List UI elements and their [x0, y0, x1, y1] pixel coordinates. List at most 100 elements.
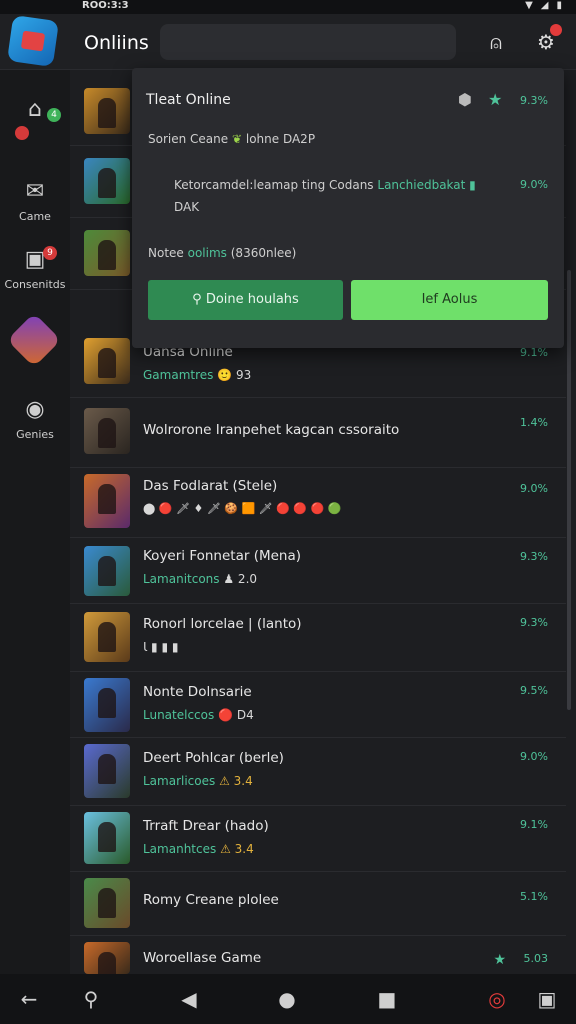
game-thumbnail	[84, 408, 130, 454]
popup-line-2-tag: DAK	[174, 200, 200, 214]
game-subtitle: Lunatelccos 🔴 D4	[143, 708, 254, 722]
wifi-icon: ▼	[525, 0, 533, 11]
game-title: Das Fodlarat (Stele)	[143, 478, 278, 494]
game-thumbnail	[84, 158, 130, 204]
game-thumbnail	[84, 88, 130, 134]
game-thumbnail	[84, 744, 130, 798]
game-thumbnail	[84, 612, 130, 662]
search-icon[interactable]: ⚲	[78, 986, 104, 1012]
status-time: ROO:3:3	[82, 0, 129, 11]
popup-notes: Notee oolims (8360nlee)	[148, 246, 297, 260]
top-bar: Onliins ⍝ ⚙	[0, 14, 576, 70]
game-title: Deert Pohlcar (berle)	[143, 750, 284, 766]
game-subtitle: Lamarlicoes ⚠ 3.4	[143, 774, 253, 788]
scrollbar[interactable]	[567, 270, 571, 710]
game-percent: 9.3%	[520, 550, 548, 563]
list-item[interactable]: Nonte Dolnsarie Lunatelccos 🔴 D4 9.5%	[70, 672, 566, 738]
game-percent: 9.0%	[520, 750, 548, 763]
list-item[interactable]: Das Fodlarat (Stele) ⬤ 🔴 🗡 ♦ 🗡 🍪 🟧 🗡 🔴 🔴…	[70, 468, 566, 538]
star-icon[interactable]: ★	[488, 90, 502, 109]
app-title: Onliins	[84, 32, 149, 54]
game-title: Woroellase Game	[143, 950, 262, 966]
search-input[interactable]	[160, 24, 456, 60]
settings-icon[interactable]: ⚙	[532, 24, 562, 56]
sidebar-item-came[interactable]: ✉ Came	[0, 178, 70, 223]
avatar[interactable]	[6, 312, 62, 368]
game-detail-popup: Tleat Online ⬢ ★ 9.3% Sorien Ceane ❦ loh…	[132, 68, 564, 348]
gamepad-badge: 9	[43, 246, 57, 260]
record-icon[interactable]: ◎	[484, 986, 510, 1012]
sidebar: ⌂ 4 ✉ Came ▣ 9 Consenitds ◉ Genies	[0, 70, 70, 974]
home-icon: ⌂ 4	[15, 96, 61, 140]
game-percent: 1.4%	[520, 416, 548, 429]
game-title: Nonte Dolnsarie	[143, 684, 252, 700]
home-badge: 4	[47, 108, 61, 122]
game-percent: 5.1%	[520, 890, 548, 903]
game-thumbnail	[84, 942, 130, 974]
profile-icon[interactable]: ▣	[534, 986, 560, 1012]
list-item[interactable]: Wolrorone Iranpehet kagcan cssoraito 1.4…	[70, 398, 566, 468]
mail-icon: ✉	[25, 179, 45, 204]
sidebar-item-label: Genies	[16, 428, 54, 441]
game-thumbnail	[84, 230, 130, 276]
list-item[interactable]: Trraft Drear (hado) Lamanhtces ⚠ 3.4 9.1…	[70, 806, 566, 872]
gamepad-icon: ▣ 9	[19, 246, 57, 274]
game-thumbnail	[84, 812, 130, 864]
list-item[interactable]: Deert Pohlcar (berle) Lamarlicoes ⚠ 3.4 …	[70, 738, 566, 806]
game-title: Trraft Drear (hado)	[143, 818, 269, 834]
controller-icon: ◉	[25, 397, 45, 422]
game-subtitle: Lamanhtces ⚠ 3.4	[143, 842, 254, 856]
star-icon[interactable]: ★	[493, 952, 506, 968]
popup-title: Tleat Online	[146, 92, 231, 108]
recents-square-icon[interactable]: ■	[374, 986, 400, 1012]
app-logo[interactable]	[7, 15, 59, 67]
triangle-back-icon[interactable]: ◀	[176, 986, 202, 1012]
game-thumbnail	[84, 678, 130, 732]
game-thumbnail	[84, 338, 130, 384]
sidebar-item-consenitds[interactable]: ▣ 9 Consenitds	[0, 246, 70, 291]
alert-badge	[15, 126, 29, 140]
popup-percent: 9.3%	[520, 94, 548, 107]
game-subtitle: Lamanitcons ♟ 2.0	[143, 572, 258, 586]
notification-badge	[550, 24, 562, 36]
game-percent: 9.5%	[520, 684, 548, 697]
primary-action-button[interactable]: ⚲ Doine houlahs	[148, 280, 343, 320]
game-thumbnail	[84, 546, 130, 596]
battery-icon: ▮	[556, 0, 562, 11]
list-item[interactable]: Woroellase Game ★ 5.03	[70, 936, 566, 974]
popup-line-1: Sorien Ceane ❦ lohne DA2P	[148, 132, 316, 146]
game-percent: 9.1%	[520, 818, 548, 831]
game-subtitle: Ꙇ ▮ ▮ ▮	[143, 640, 179, 654]
leaf-icon: ❦	[231, 132, 243, 146]
list-item[interactable]: Romy Creane plolee 5.1%	[70, 872, 566, 936]
back-icon[interactable]: ←	[16, 986, 42, 1012]
game-subtitle: Gamamtres 🙂 93	[143, 368, 252, 382]
sidebar-item-label: Came	[19, 210, 51, 223]
status-icons: ▼ ◢ ▮	[525, 0, 562, 11]
app-root: ROO:3:3 ▼ ◢ ▮ Onliins ⍝ ⚙ ⌂ 4 ✉ Came ▣ 9…	[0, 0, 576, 1024]
home-circle-icon[interactable]: ●	[274, 986, 300, 1012]
sidebar-item-genies[interactable]: ◉ Genies	[0, 396, 70, 441]
game-percent: 9.3%	[520, 616, 548, 629]
list-item[interactable]: Koyeri Fonnetar (Mena) Lamanitcons ♟ 2.0…	[70, 538, 566, 604]
game-thumbnail	[84, 878, 130, 928]
game-subtitle: ⬤ 🔴 🗡 ♦ 🗡 🍪 🟧 🗡 🔴 🔴 🔴 🟢	[143, 502, 342, 515]
sidebar-item-home[interactable]: ⌂ 4	[0, 96, 70, 140]
game-percent: 9.0%	[520, 482, 548, 495]
list-item[interactable]: Ronorl lorcelae | (lanto) Ꙇ ▮ ▮ ▮ 9.3%	[70, 604, 566, 672]
status-bar: ROO:3:3 ▼ ◢ ▮	[0, 0, 576, 14]
game-title: Ronorl lorcelae | (lanto)	[143, 616, 302, 632]
secondary-action-button[interactable]: Ief Aolus	[351, 280, 548, 320]
profile-icon[interactable]: ⍝	[482, 28, 510, 56]
search-icon: ⚲	[192, 292, 202, 307]
sidebar-item-label: Consenitds	[4, 278, 66, 291]
popup-line-2-percent: 9.0%	[520, 178, 548, 191]
system-nav-bar: ← ⚲ ◀ ● ■ ◎ ▣	[0, 974, 576, 1024]
gear-icon[interactable]: ⬢	[458, 90, 472, 109]
game-percent: 5.03	[523, 952, 549, 965]
signal-icon: ◢	[540, 0, 549, 11]
game-thumbnail	[84, 474, 130, 528]
game-title: Wolrorone Iranpehet kagcan cssoraito	[143, 422, 400, 438]
game-title: Koyeri Fonnetar (Mena)	[143, 548, 302, 564]
game-title: Romy Creane plolee	[143, 892, 279, 908]
